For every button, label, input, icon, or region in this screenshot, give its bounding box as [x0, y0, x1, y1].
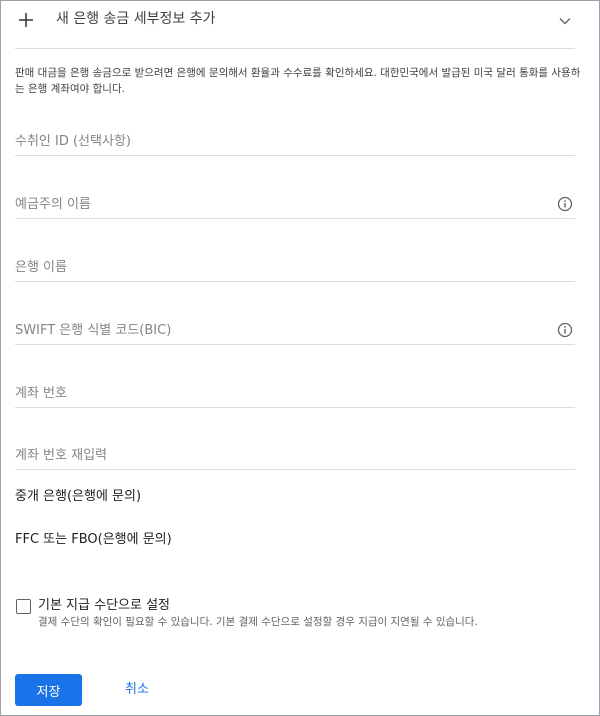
swift-code-input[interactable]	[15, 317, 545, 343]
default-payment-checkbox[interactable]	[16, 599, 31, 614]
plus-icon	[15, 9, 37, 31]
recipient-id-field	[15, 128, 575, 156]
panel-title: 새 은행 송금 세부정보 추가	[56, 11, 216, 27]
account-holder-name-input[interactable]	[15, 191, 545, 217]
account-holder-name-field	[15, 191, 575, 219]
default-payment-help: 결제 수단의 확인이 필요할 수 있습니다. 기본 결제 수단으로 설정할 경우…	[38, 616, 478, 628]
bank-transfer-description: 판매 대금을 은행 송금으로 받으려면 은행에 문의해서 환율과 수수료를 확인…	[15, 67, 581, 95]
swift-code-field	[15, 317, 575, 345]
bank-name-input[interactable]	[15, 254, 545, 280]
intermediary-bank-section[interactable]: 중개 은행(은행에 문의)	[15, 488, 141, 506]
save-button[interactable]: 저장	[15, 674, 82, 706]
cancel-button[interactable]: 취소	[125, 681, 149, 699]
info-icon[interactable]	[557, 322, 573, 338]
recipient-id-input[interactable]	[15, 128, 545, 154]
panel-header[interactable]: 새 은행 송금 세부정보 추가	[15, 1, 575, 49]
ffc-fbo-section[interactable]: FFC 또는 FBO(은행에 문의)	[15, 531, 172, 549]
chevron-down-icon[interactable]	[555, 11, 575, 31]
default-payment-label: 기본 지급 수단으로 설정	[38, 598, 170, 613]
account-number-input[interactable]	[15, 380, 545, 406]
account-number-confirm-input[interactable]	[15, 442, 545, 468]
account-number-field	[15, 380, 575, 408]
bank-name-field	[15, 254, 575, 282]
info-icon[interactable]	[557, 196, 573, 212]
account-number-confirm-field	[15, 442, 575, 470]
add-bank-transfer-panel: 새 은행 송금 세부정보 추가 판매 대금을 은행 송금으로 받으려면 은행에 …	[0, 0, 600, 716]
